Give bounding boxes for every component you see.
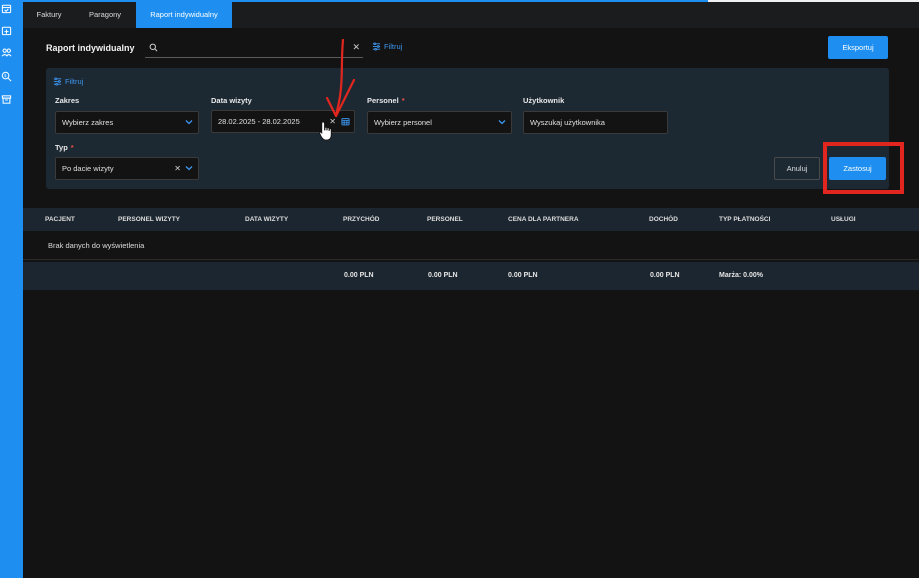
empty-message: Brak danych do wyświetlenia — [48, 241, 145, 250]
personel-required-mark: * — [401, 96, 405, 105]
search-dollar-icon[interactable]: $ — [0, 70, 13, 83]
users-icon[interactable] — [0, 46, 13, 59]
filter-sliders-icon — [372, 42, 381, 51]
tab-faktury[interactable]: Faktury — [23, 2, 75, 28]
personel-select[interactable]: Wybierz personel — [367, 111, 512, 134]
tab-raport-indywidualny[interactable]: Raport indywidualny — [136, 2, 232, 28]
chevron-down-icon — [185, 120, 193, 125]
column-header-uslugi[interactable]: USŁUGI — [831, 208, 856, 231]
column-header-data-wizyty[interactable]: DATA WIZYTY — [245, 208, 288, 231]
typ-select[interactable]: Po dacie wizyty ✕ — [55, 157, 199, 180]
column-header-personel-wizyty[interactable]: PERSONEL WIZYTY — [118, 208, 180, 231]
top-divider — [708, 0, 919, 2]
total-dochod: 0.00 PLN — [650, 272, 680, 279]
zakres-label: Zakres — [55, 96, 80, 105]
total-personel: 0.00 PLN — [428, 272, 458, 279]
total-przychod: 0.00 PLN — [344, 272, 374, 279]
calendar-icon[interactable] — [341, 117, 350, 126]
clear-typ-icon[interactable]: ✕ — [174, 158, 181, 179]
data-wizyty-value: 28.02.2025 - 28.02.2025 — [218, 117, 300, 126]
search-input[interactable] — [163, 40, 343, 56]
hand-cursor-icon — [319, 121, 332, 141]
search-icon — [149, 43, 158, 52]
typ-required-mark: * — [70, 143, 74, 152]
typ-value: Po dacie wizyty — [62, 164, 114, 173]
zakres-select[interactable]: Wybierz zakres — [55, 111, 199, 134]
column-header-pacjent[interactable]: PACJENT — [45, 208, 75, 231]
personel-value: Wybierz personel — [374, 118, 432, 127]
calendar-plus-icon[interactable] — [0, 24, 13, 37]
left-sidebar: $ — [0, 0, 23, 578]
chevron-down-icon — [498, 120, 506, 125]
clear-search-icon[interactable]: ✕ — [352, 42, 360, 53]
tab-paragony[interactable]: Paragony — [75, 2, 135, 28]
personel-label-text: Personel — [367, 96, 399, 105]
export-button[interactable]: Eksportuj — [828, 36, 888, 59]
filter-toggle[interactable]: Filtruj — [372, 42, 402, 51]
svg-text:$: $ — [4, 73, 7, 78]
column-header-dochod[interactable]: DOCHÓD — [649, 208, 678, 231]
column-header-typ-platnosci[interactable]: TYP PŁATNOŚCI — [719, 208, 770, 231]
typ-label-text: Typ — [55, 143, 68, 152]
column-header-cena-dla-partnera[interactable]: CENA DLA PARTNERA — [508, 208, 579, 231]
archive-icon[interactable] — [0, 93, 13, 106]
uzytkownik-placeholder: Wyszukaj użytkownika — [530, 118, 605, 127]
cancel-button[interactable]: Anuluj — [774, 157, 820, 180]
table-row — [23, 232, 919, 260]
calendar-check-icon[interactable] — [0, 2, 13, 15]
table-footer: 0.00 PLN 0.00 PLN 0.00 PLN 0.00 PLN Marż… — [23, 262, 919, 290]
total-cena-dla-partnera: 0.00 PLN — [508, 272, 538, 279]
uzytkownik-label: Użytkownik — [523, 96, 565, 105]
table-header: PACJENT PERSONEL WIZYTY DATA WIZYTY PRZY… — [23, 208, 919, 231]
column-header-przychod[interactable]: PRZYCHÓD — [343, 208, 379, 231]
personel-label: Personel * — [367, 96, 405, 105]
filter-panel-title: Filtruj — [53, 77, 83, 86]
data-wizyty-label: Data wizyty — [211, 96, 252, 105]
total-marza: Marża: 0.00% — [719, 272, 763, 279]
zakres-value: Wybierz zakres — [62, 118, 114, 127]
filter-toggle-label: Filtruj — [384, 42, 403, 51]
tab-bar: Faktury Paragony Raport indywidualny — [23, 0, 919, 28]
filter-sliders-icon — [53, 77, 62, 86]
chevron-down-icon — [185, 166, 193, 171]
uzytkownik-search[interactable]: Wyszukaj użytkownika — [523, 111, 668, 134]
typ-label: Typ * — [55, 143, 74, 152]
filter-panel-title-label: Filtruj — [65, 77, 84, 86]
column-header-personel[interactable]: PERSONEL — [427, 208, 463, 231]
search-box[interactable]: ✕ — [145, 38, 363, 58]
annotation-highlight-box — [823, 142, 904, 194]
page-title: Raport indywidualny — [46, 43, 135, 53]
